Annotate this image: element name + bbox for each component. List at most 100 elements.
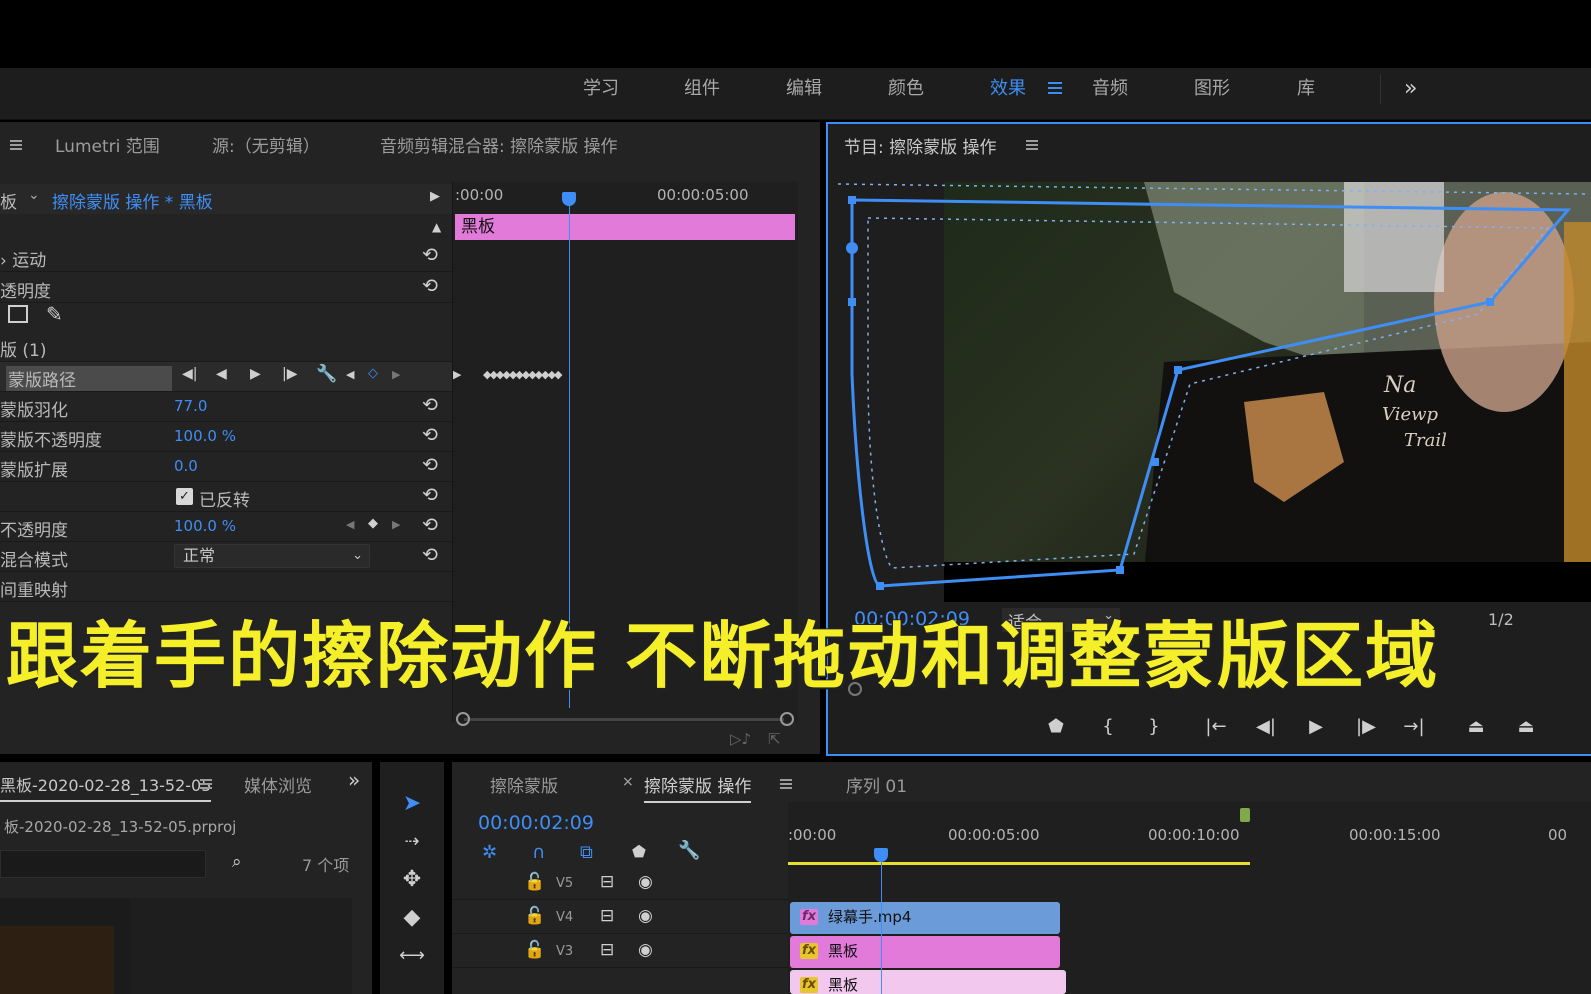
timeline-playhead-handle[interactable] [874, 848, 888, 862]
blend-mode-select[interactable]: 正常 ⌄ [174, 544, 370, 568]
ripple-edit-tool-icon[interactable]: ✥ [398, 866, 426, 894]
property-row-mask-path[interactable]: 蒙版路径 ◀| ◀ ▶ |▶ 🔧 ◀ ◇ ▶ [0, 362, 452, 392]
reset-icon[interactable]: ⟲ [422, 455, 442, 475]
reset-icon[interactable]: ⟲ [422, 545, 442, 565]
previous-keyframe-icon[interactable]: ◀ [346, 518, 354, 531]
next-keyframe-icon[interactable]: ▶ [392, 518, 400, 531]
nest-icon[interactable]: ✲ [482, 842, 497, 863]
keyframe-zoom-scrollbar[interactable] [456, 712, 794, 726]
next-keyframe-icon[interactable]: ▶ [392, 368, 400, 381]
extract-icon[interactable]: ⏏ [1512, 714, 1540, 740]
step-forward-icon[interactable]: |▶ [1352, 714, 1380, 740]
tab-project[interactable]: 黑板-2020-02-28_13-52-05 [0, 772, 212, 802]
reset-icon[interactable]: ⟲ [422, 425, 442, 445]
property-row-mask-feather[interactable]: 蒙版羽化 77.0 ⟲ [0, 392, 452, 422]
linked-selection-icon[interactable]: ⧉ [580, 842, 593, 863]
mark-in-icon[interactable]: { [1094, 714, 1122, 740]
snap-icon[interactable]: ∩ [532, 842, 545, 863]
property-value[interactable]: 100.0 % [174, 427, 236, 445]
eye-icon[interactable]: ◉ [638, 872, 653, 892]
eye-icon[interactable]: ◉ [638, 940, 653, 960]
scrollbar-end-handle[interactable] [780, 712, 794, 726]
reset-icon[interactable]: ⟲ [422, 485, 442, 505]
razor-tool-icon[interactable]: ◆ [398, 904, 426, 932]
property-value[interactable]: 0.0 [174, 457, 198, 475]
tab-sequence-01[interactable]: 序列 01 [846, 772, 907, 797]
tab-sequence-erase-mask-op[interactable]: 擦除蒙版 操作 [644, 772, 752, 803]
rectangle-mask-icon[interactable] [8, 305, 28, 323]
track-forward-one-frame-icon[interactable]: ▶ [250, 366, 261, 382]
property-row-opacity-value[interactable]: 不透明度 100.0 % ◀ ◆ ▶ ⟲ [0, 512, 452, 542]
playback-resolution[interactable]: 1/2 [1488, 610, 1514, 629]
property-row-mask[interactable]: 版 (1) [0, 332, 452, 362]
clip-thumbnail[interactable] [0, 926, 114, 994]
workspace-tab-audio[interactable]: 音频 [1092, 68, 1128, 120]
eye-icon[interactable]: ◉ [638, 906, 653, 926]
timeline-timecode[interactable]: 00:00:02:09 [478, 812, 594, 834]
clip-v5-green-hand[interactable]: fx 绿幕手.mp4 [790, 902, 1060, 934]
panel-menu-icon[interactable] [1026, 140, 1038, 150]
panel-menu-icon[interactable] [780, 779, 792, 789]
property-row-inverted[interactable]: ✓ 已反转 ⟲ [0, 482, 452, 512]
tab-sequence-erase-mask[interactable]: 擦除蒙版 [490, 772, 558, 797]
step-back-icon[interactable]: ◀| [1252, 714, 1280, 740]
wrench-icon[interactable]: 🔧 [316, 364, 337, 384]
property-row-time-remap[interactable]: 间重映射 [0, 572, 452, 602]
keyframe-clip-bar[interactable]: 黑板 [455, 214, 795, 240]
tab-source[interactable]: 源:（无剪辑） [212, 132, 320, 157]
reset-icon[interactable]: ⟲ [422, 245, 442, 265]
property-row-blend-mode[interactable]: 混合模式 正常 ⌄ ⟲ [0, 542, 452, 572]
workspace-tab-libraries[interactable]: 库 [1297, 68, 1315, 120]
track-select-tool-icon[interactable]: ⇢ [398, 828, 426, 856]
go-to-out-icon[interactable]: →| [1400, 714, 1428, 740]
workspace-tab-color[interactable]: 颜色 [888, 68, 924, 120]
play-icon[interactable]: ▶ [1302, 714, 1330, 740]
sync-lock-icon[interactable]: ⊟ [600, 872, 614, 892]
lift-icon[interactable]: ⏏ [1462, 714, 1490, 740]
mask-path-overlay[interactable] [828, 174, 1591, 614]
go-to-in-icon[interactable]: |← [1202, 714, 1230, 740]
workspace-tab-learn[interactable]: 学习 [583, 68, 619, 120]
close-tab-icon[interactable]: × [622, 774, 634, 790]
add-marker-icon[interactable]: ⬟ [1042, 714, 1070, 740]
track-backward-icon[interactable]: ◀| [182, 366, 197, 382]
work-area-bar[interactable] [788, 862, 1250, 865]
track-forward-icon[interactable]: |▶ [282, 366, 297, 382]
add-keyframe-icon[interactable]: ◇ [368, 366, 378, 381]
marker-icon[interactable] [1240, 808, 1250, 822]
export-icon[interactable]: ⇱ [768, 730, 781, 748]
workspace-tab-graphics[interactable]: 图形 [1194, 68, 1230, 120]
lock-icon[interactable]: 🔓 [524, 940, 545, 960]
property-value[interactable]: 100.0 % [174, 517, 236, 535]
keyframes-mask-path[interactable]: ◆◆◆◆◆◆◆◆◆◆◆◆ [483, 368, 563, 382]
previous-keyframe-icon[interactable]: ◀ [346, 368, 354, 381]
more-workspaces-icon[interactable]: » [1404, 68, 1417, 110]
add-marker-icon[interactable]: ⬟ [632, 842, 646, 861]
wrench-icon[interactable]: 🔧 [678, 840, 700, 861]
playhead-handle[interactable] [562, 192, 576, 206]
project-search-input[interactable] [0, 850, 206, 878]
panel-menu-icon[interactable] [200, 779, 212, 789]
pen-mask-icon[interactable]: ✎ [46, 302, 63, 326]
more-panels-icon[interactable]: » [348, 768, 360, 792]
bin-search-icon[interactable]: ⌕ [232, 852, 242, 872]
selection-tool-icon[interactable]: ➤ [398, 790, 426, 818]
tab-audio-clip-mixer[interactable]: 音频剪辑混合器: 擦除蒙版 操作 [380, 132, 618, 157]
reset-icon[interactable]: ⟲ [422, 395, 442, 415]
audio-play-icon[interactable]: ▷♪ [730, 730, 751, 748]
workspace-menu-icon[interactable] [1048, 82, 1062, 94]
sync-lock-icon[interactable]: ⊟ [600, 906, 614, 926]
property-row-mask-opacity[interactable]: 蒙版不透明度 100.0 % ⟲ [0, 422, 452, 452]
workspace-tab-effects[interactable]: 效果 [990, 68, 1026, 120]
sync-lock-icon[interactable]: ⊟ [600, 940, 614, 960]
slip-tool-icon[interactable]: ⟷ [398, 942, 426, 970]
clip-v4-blackboard[interactable]: fx 黑板 [790, 936, 1060, 968]
scrollbar-start-handle[interactable] [456, 712, 470, 726]
workspace-tab-assembly[interactable]: 组件 [684, 68, 720, 120]
property-row-mask-expansion[interactable]: 蒙版扩展 0.0 ⟲ [0, 452, 452, 482]
lock-icon[interactable]: 🔓 [524, 906, 545, 926]
mark-out-icon[interactable]: } [1140, 714, 1168, 740]
tab-lumetri-scopes[interactable]: Lumetri 范围 [55, 132, 160, 157]
add-keyframe-icon[interactable]: ◆ [368, 516, 378, 531]
keyframe-scroll-left-icon[interactable]: ▶ [453, 368, 461, 381]
